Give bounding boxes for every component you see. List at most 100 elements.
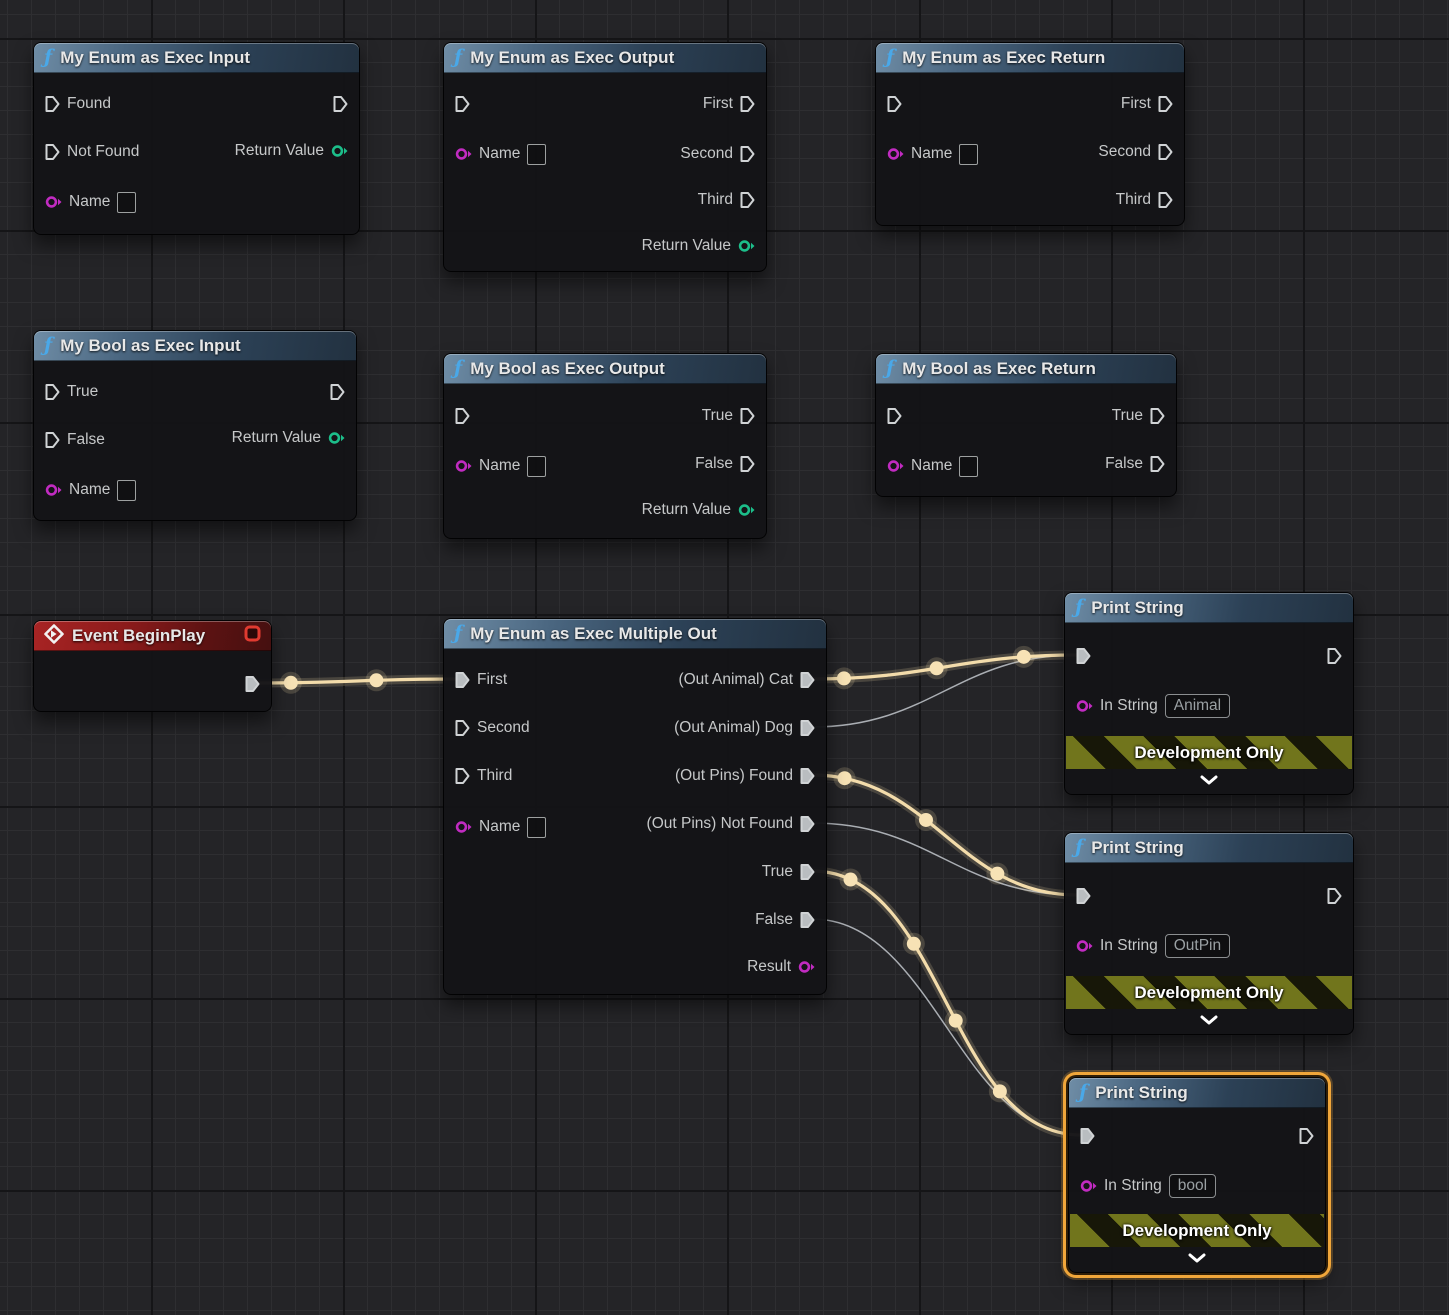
exec-pin-icon[interactable] bbox=[740, 95, 755, 113]
exec-pin-icon[interactable] bbox=[800, 863, 815, 881]
data-pin-icon[interactable] bbox=[45, 194, 62, 210]
node-header[interactable]: ƒMy Enum as Exec Multiple Out bbox=[444, 619, 826, 649]
function-icon: ƒ bbox=[886, 48, 894, 67]
data-pin-icon[interactable] bbox=[887, 146, 904, 162]
node-header[interactable]: ƒMy Enum as Exec Output bbox=[444, 43, 766, 73]
pin-label: Second bbox=[477, 719, 530, 737]
exec-pin-icon[interactable] bbox=[330, 383, 345, 401]
data-pin-icon[interactable] bbox=[45, 482, 62, 498]
collapse-chevron-icon[interactable] bbox=[1200, 1012, 1218, 1030]
data-pin-icon[interactable] bbox=[738, 238, 755, 254]
exec-pin-icon[interactable] bbox=[740, 455, 755, 473]
exec-pin-icon[interactable] bbox=[1327, 647, 1342, 665]
node-my-enum-as-exec-multiple-out[interactable]: ƒMy Enum as Exec Multiple OutFirstSecond… bbox=[443, 618, 827, 995]
data-pin-icon[interactable] bbox=[887, 458, 904, 474]
exec-pin-icon[interactable] bbox=[800, 815, 815, 833]
exec-pin-icon[interactable] bbox=[1080, 1127, 1095, 1145]
data-pin-icon[interactable] bbox=[1080, 1178, 1097, 1194]
blueprint-graph-canvas[interactable]: ƒMy Enum as Exec InputFoundNot FoundName… bbox=[0, 0, 1449, 1315]
data-pin-icon[interactable] bbox=[1076, 698, 1093, 714]
exec-pin-icon[interactable] bbox=[800, 767, 815, 785]
exec-pin-icon[interactable] bbox=[333, 95, 348, 113]
node-print-string-3[interactable]: ƒPrint StringIn StringboolDevelopment On… bbox=[1068, 1077, 1326, 1273]
exec-pin-icon[interactable] bbox=[1299, 1127, 1314, 1145]
data-pin-icon[interactable] bbox=[798, 959, 815, 975]
in-string-input[interactable]: bool bbox=[1169, 1174, 1216, 1198]
node-header[interactable]: ƒPrint String bbox=[1065, 593, 1353, 623]
node-my-enum-as-exec-return[interactable]: ƒMy Enum as Exec ReturnNameFirstSecondTh… bbox=[875, 42, 1185, 226]
node-my-bool-as-exec-input[interactable]: ƒMy Bool as Exec InputTrueFalseNameRetur… bbox=[33, 330, 357, 521]
exec-pin-icon[interactable] bbox=[740, 407, 755, 425]
data-pin-icon[interactable] bbox=[331, 143, 348, 159]
data-pin-icon[interactable] bbox=[738, 502, 755, 518]
in-string-input[interactable]: Animal bbox=[1165, 694, 1230, 718]
exec-pin-icon[interactable] bbox=[1076, 887, 1091, 905]
exec-wire-false-to-print3[interactable] bbox=[812, 919, 1081, 1135]
exec-pin-icon[interactable] bbox=[455, 719, 470, 737]
name-checkbox[interactable] bbox=[527, 456, 546, 477]
exec-pin-icon[interactable] bbox=[740, 145, 755, 163]
in-string-input[interactable]: OutPin bbox=[1165, 934, 1230, 958]
name-checkbox[interactable] bbox=[117, 480, 136, 501]
exec-pin-icon[interactable] bbox=[800, 911, 815, 929]
node-event-beginplay[interactable]: Event BeginPlay bbox=[33, 620, 272, 712]
node-header[interactable]: ƒMy Enum as Exec Return bbox=[876, 43, 1184, 73]
exec-pin-icon[interactable] bbox=[45, 95, 60, 113]
exec-pin-icon[interactable] bbox=[455, 95, 470, 113]
exec-pin-icon[interactable] bbox=[887, 407, 902, 425]
collapse-chevron-icon[interactable] bbox=[1188, 1250, 1206, 1268]
node-print-string-2[interactable]: ƒPrint StringIn StringOutPinDevelopment … bbox=[1064, 832, 1354, 1035]
exec-pin-icon[interactable] bbox=[800, 671, 815, 689]
exec-pin-icon[interactable] bbox=[1076, 647, 1091, 665]
node-my-enum-as-exec-output[interactable]: ƒMy Enum as Exec OutputNameFirstSecondTh… bbox=[443, 42, 767, 272]
node-my-bool-as-exec-output[interactable]: ƒMy Bool as Exec OutputNameTrueFalseRetu… bbox=[443, 353, 767, 539]
exec-pin-icon[interactable] bbox=[45, 431, 60, 449]
node-print-string-1[interactable]: ƒPrint String In StringAnimal Development … bbox=[1064, 592, 1354, 795]
exec-pin-icon[interactable] bbox=[1158, 95, 1173, 113]
exec-pin-icon[interactable] bbox=[455, 407, 470, 425]
exec-pin-icon[interactable] bbox=[1158, 191, 1173, 209]
data-pin-icon[interactable] bbox=[455, 819, 472, 835]
name-checkbox[interactable] bbox=[527, 817, 546, 838]
exec-wire-true-to-print3[interactable] bbox=[812, 871, 1081, 1135]
data-pin-icon[interactable] bbox=[455, 146, 472, 162]
development-only-label: Development Only bbox=[1134, 743, 1283, 763]
node-header[interactable]: ƒMy Bool as Exec Return bbox=[876, 354, 1176, 384]
node-header[interactable]: Event BeginPlay bbox=[34, 621, 271, 651]
exec-pin-icon[interactable] bbox=[1327, 887, 1342, 905]
exec-pin-icon[interactable] bbox=[1150, 455, 1165, 473]
exec-pin-icon[interactable] bbox=[245, 675, 260, 693]
node-my-bool-as-exec-return[interactable]: ƒMy Bool as Exec ReturnNameTrueFalse bbox=[875, 353, 1177, 497]
exec-pin-icon[interactable] bbox=[455, 671, 470, 689]
data-pin-icon[interactable] bbox=[1076, 938, 1093, 954]
name-checkbox[interactable] bbox=[117, 192, 136, 213]
name-checkbox[interactable] bbox=[959, 456, 978, 477]
exec-pin-icon[interactable] bbox=[45, 383, 60, 401]
data-pin-icon[interactable] bbox=[328, 430, 345, 446]
collapse-chevron-icon[interactable] bbox=[1200, 772, 1218, 790]
name-checkbox[interactable] bbox=[959, 144, 978, 165]
exec-pin-icon[interactable] bbox=[740, 191, 755, 209]
node-header[interactable]: ƒMy Bool as Exec Input bbox=[34, 331, 356, 361]
node-header[interactable]: ƒMy Enum as Exec Input bbox=[34, 43, 359, 73]
node-title: My Bool as Exec Input bbox=[60, 336, 240, 356]
node-my-enum-as-exec-input[interactable]: ƒMy Enum as Exec InputFoundNot FoundName… bbox=[33, 42, 360, 235]
pin-in-string: In StringAnimal bbox=[1076, 694, 1230, 718]
pin-exec-left bbox=[455, 92, 477, 116]
exec-pin-icon[interactable] bbox=[1150, 407, 1165, 425]
exec-pin-icon[interactable] bbox=[455, 767, 470, 785]
data-pin-icon[interactable] bbox=[455, 458, 472, 474]
node-header[interactable]: ƒMy Bool as Exec Output bbox=[444, 354, 766, 384]
pin-label: Third bbox=[477, 767, 512, 785]
pin-label: Name bbox=[479, 457, 520, 475]
pin-label: Third bbox=[1116, 191, 1151, 209]
node-header[interactable]: ƒPrint String bbox=[1069, 1078, 1325, 1108]
function-icon: ƒ bbox=[454, 359, 462, 378]
exec-pin-icon[interactable] bbox=[887, 95, 902, 113]
exec-pin-icon[interactable] bbox=[45, 143, 60, 161]
exec-pin-icon[interactable] bbox=[1158, 143, 1173, 161]
exec-pin-icon[interactable] bbox=[800, 719, 815, 737]
name-checkbox[interactable] bbox=[527, 144, 546, 165]
node-title: My Enum as Exec Output bbox=[470, 48, 674, 68]
node-header[interactable]: ƒPrint String bbox=[1065, 833, 1353, 863]
